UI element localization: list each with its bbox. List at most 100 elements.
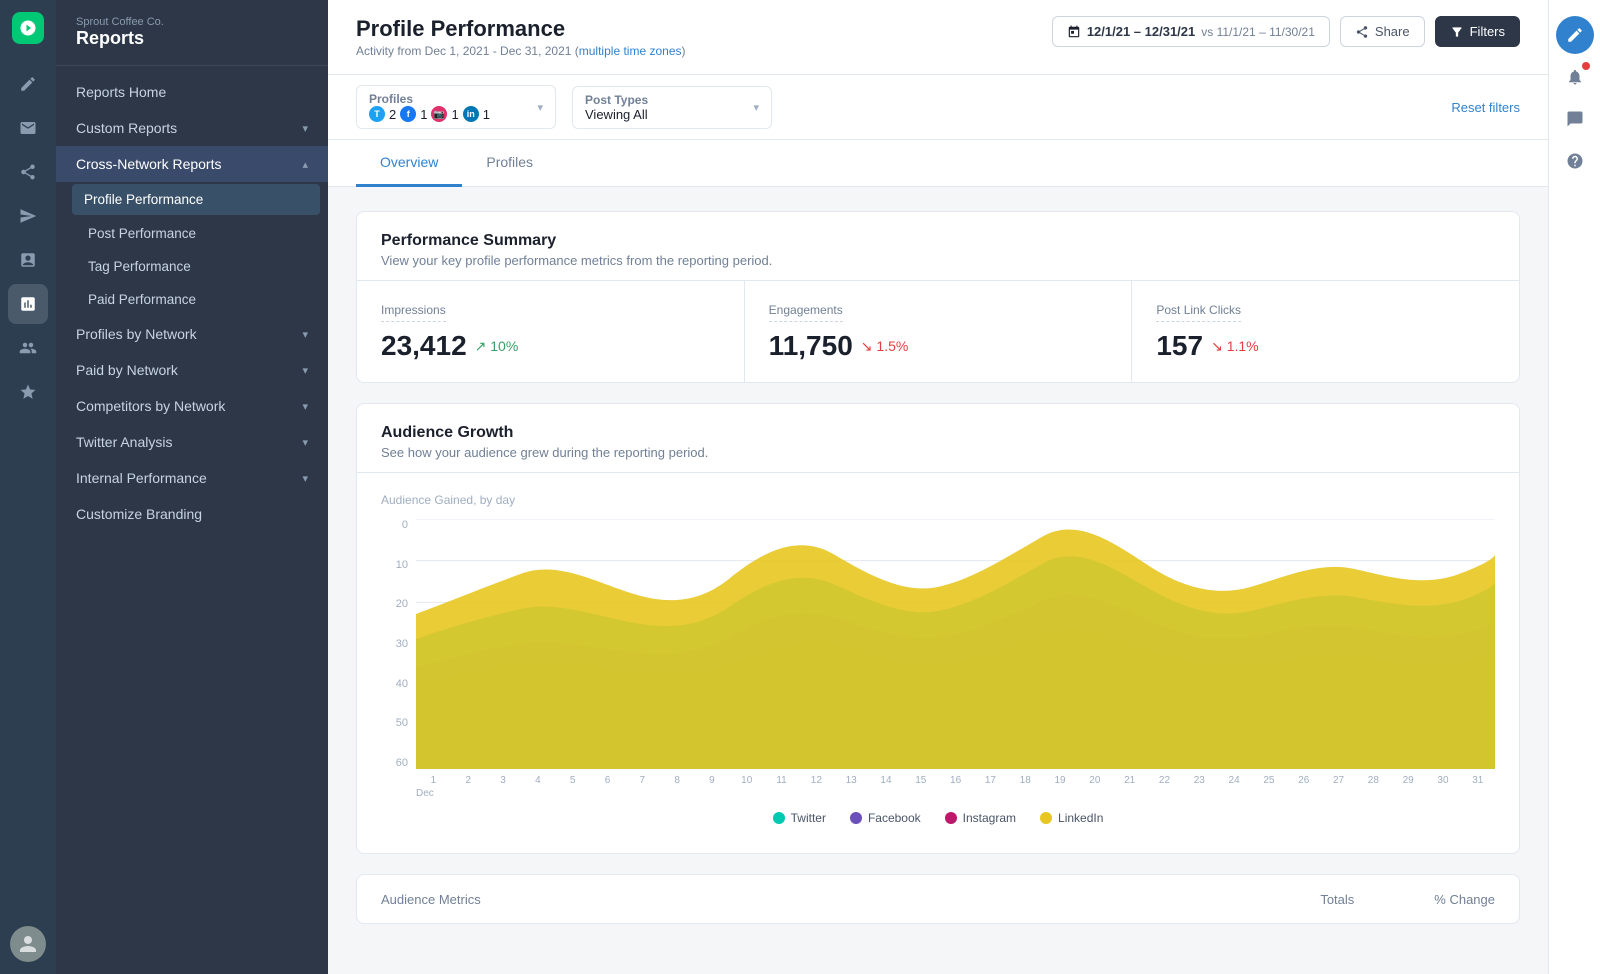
topbar: Profile Performance Activity from Dec 1,…	[328, 0, 1548, 75]
x-label-19: 19	[1043, 775, 1078, 786]
sidebar-nav: Reports Home Custom Reports ▾ Cross-Netw…	[56, 66, 328, 974]
x-label-23: 23	[1182, 775, 1217, 786]
x-label-29: 29	[1391, 775, 1426, 786]
user-avatar[interactable]	[10, 926, 46, 962]
sidebar-item-label: Competitors by Network	[76, 398, 225, 414]
audience-metrics-label: Audience Metrics	[381, 892, 481, 907]
engagements-label: Engagements	[769, 303, 843, 322]
sidebar-item-customize-branding[interactable]: Customize Branding	[56, 496, 328, 532]
audience-metrics-card: Audience Metrics Totals % Change	[356, 874, 1520, 924]
chart-svg	[416, 519, 1495, 769]
share-button[interactable]: Share	[1340, 16, 1425, 47]
x-label-12: 12	[799, 775, 834, 786]
audience-growth-subtitle: See how your audience grew during the re…	[381, 445, 1495, 460]
sidebar-item-label: Profiles by Network	[76, 326, 197, 342]
sidebar-item-profile-performance[interactable]: Profile Performance	[72, 184, 320, 215]
y-label-60: 60	[381, 757, 416, 769]
sidebar-item-post-performance[interactable]: Post Performance	[56, 217, 328, 250]
filters-label: Filters	[1470, 24, 1505, 39]
nav-reports-icon[interactable]	[8, 284, 48, 324]
facebook-legend-dot	[850, 812, 862, 824]
sidebar-item-tag-performance[interactable]: Tag Performance	[56, 250, 328, 283]
chevron-up-icon: ▴	[302, 158, 308, 171]
sidebar-item-profiles-by-network[interactable]: Profiles by Network ▾	[56, 316, 328, 352]
nav-compose-icon[interactable]	[8, 64, 48, 104]
x-label-6: 6	[590, 775, 625, 786]
chevron-down-icon: ▾	[302, 472, 308, 485]
x-label-17: 17	[973, 775, 1008, 786]
sidebar-item-paid-performance[interactable]: Paid Performance	[56, 283, 328, 316]
filters-button[interactable]: Filters	[1435, 16, 1520, 47]
legend-twitter: Twitter	[773, 811, 826, 825]
sidebar-item-internal-performance[interactable]: Internal Performance ▾	[56, 460, 328, 496]
filter-bar: Profiles T 2 f 1 📷 1 in 1 ▾ Post Types V…	[328, 75, 1548, 140]
sidebar-item-label: Cross-Network Reports	[76, 156, 221, 172]
x-label-14: 14	[869, 775, 904, 786]
sidebar-item-cross-network-reports[interactable]: Cross-Network Reports ▴	[56, 146, 328, 182]
sidebar-item-label: Paid by Network	[76, 362, 178, 378]
help-icon[interactable]	[1556, 142, 1594, 180]
engagements-metric: Engagements 11,750 ↘ 1.5%	[745, 281, 1133, 382]
sidebar-item-twitter-analysis[interactable]: Twitter Analysis ▾	[56, 424, 328, 460]
company-name: Sprout Coffee Co.	[76, 16, 308, 28]
chart-container: Audience Gained, by day 60 50 40 30 20 1…	[357, 473, 1519, 853]
x-month-label: Dec	[416, 788, 434, 799]
nav-publish-icon[interactable]	[8, 196, 48, 236]
y-label-30: 30	[381, 638, 416, 650]
metrics-row: Impressions 23,412 ↗ 10% Engagements 11,…	[357, 281, 1519, 382]
pct-change-label: % Change	[1434, 892, 1495, 907]
chart-y-labels: 60 50 40 30 20 10 0	[381, 519, 416, 769]
twitter-profile-icon: T	[369, 106, 385, 122]
y-label-50: 50	[381, 717, 416, 729]
edit-icon[interactable]	[1556, 16, 1594, 54]
x-label-2: 2	[451, 775, 486, 786]
linkedin-legend-label: LinkedIn	[1058, 811, 1103, 825]
chevron-down-icon: ▾	[302, 436, 308, 449]
post-link-clicks-change: ↘ 1.1%	[1211, 338, 1259, 355]
sidebar-item-label: Customize Branding	[76, 506, 202, 522]
nav-people-icon[interactable]	[8, 328, 48, 368]
profiles-filter[interactable]: Profiles T 2 f 1 📷 1 in 1 ▾	[356, 85, 556, 129]
sidebar-item-label: Custom Reports	[76, 120, 177, 136]
nav-social-icon[interactable]	[8, 152, 48, 192]
linkedin-profile-icon: in	[463, 106, 479, 122]
sidebar-item-paid-by-network[interactable]: Paid by Network ▾	[56, 352, 328, 388]
nav-tasks-icon[interactable]	[8, 240, 48, 280]
performance-summary-card: Performance Summary View your key profil…	[356, 211, 1520, 383]
tab-overview[interactable]: Overview	[356, 140, 462, 187]
x-label-27: 27	[1321, 775, 1356, 786]
post-types-filter[interactable]: Post Types Viewing All ▾	[572, 86, 772, 129]
legend-instagram: Instagram	[945, 811, 1016, 825]
instagram-count: 1	[451, 107, 458, 122]
nav-reviews-icon[interactable]	[8, 372, 48, 412]
page-subtitle: Activity from Dec 1, 2021 - Dec 31, 2021…	[356, 44, 686, 58]
sidebar-item-reports-home[interactable]: Reports Home	[56, 74, 328, 110]
x-label-21: 21	[1112, 775, 1147, 786]
app-logo	[12, 12, 44, 44]
chart-area: 60 50 40 30 20 10 0	[381, 519, 1495, 799]
tab-profiles[interactable]: Profiles	[462, 140, 557, 187]
comments-icon[interactable]	[1556, 100, 1594, 138]
twitter-legend-dot	[773, 812, 785, 824]
main-content: Profile Performance Activity from Dec 1,…	[328, 0, 1548, 974]
sidebar-item-custom-reports[interactable]: Custom Reports ▾	[56, 110, 328, 146]
engagements-change: ↘ 1.5%	[861, 338, 909, 355]
post-types-chevron: ▾	[753, 101, 759, 114]
reset-filters-link[interactable]: Reset filters	[1451, 100, 1520, 115]
x-label-7: 7	[625, 775, 660, 786]
twitter-count: 2	[389, 107, 396, 122]
facebook-legend-label: Facebook	[868, 811, 921, 825]
sidebar-item-competitors-by-network[interactable]: Competitors by Network ▾	[56, 388, 328, 424]
date-range-button[interactable]: 12/1/21 – 12/31/21 vs 11/1/21 – 11/30/21	[1052, 16, 1330, 47]
chevron-down-icon: ▾	[302, 364, 308, 377]
notifications-icon[interactable]	[1556, 58, 1594, 96]
x-label-4: 4	[520, 775, 555, 786]
right-rail	[1548, 0, 1600, 974]
x-label-28: 28	[1356, 775, 1391, 786]
timezone-link[interactable]: multiple	[579, 44, 620, 58]
sidebar: Sprout Coffee Co. Reports Reports Home C…	[56, 0, 328, 974]
nav-inbox-icon[interactable]	[8, 108, 48, 148]
x-label-15: 15	[903, 775, 938, 786]
page-title: Profile Performance	[356, 16, 686, 42]
post-link-clicks-metric: Post Link Clicks 157 ↘ 1.1%	[1132, 281, 1519, 382]
